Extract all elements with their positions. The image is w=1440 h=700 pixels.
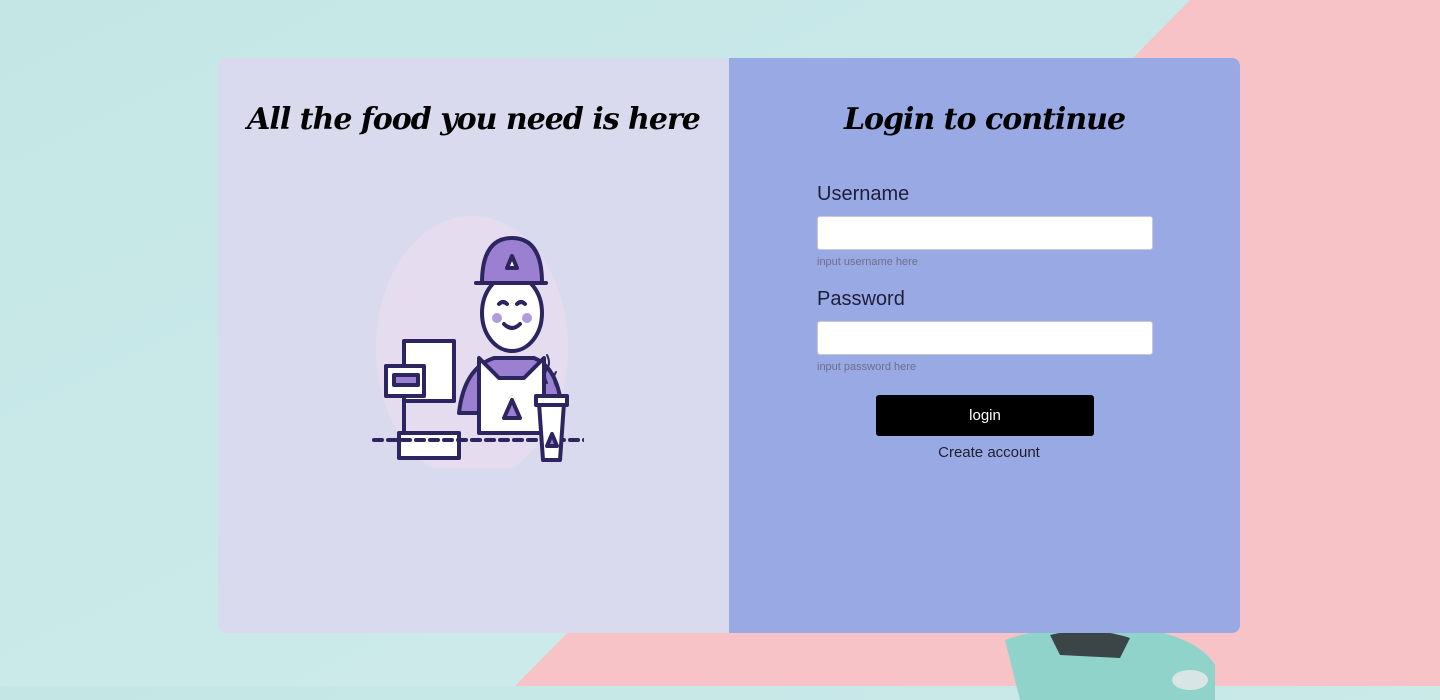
username-hint: input username here <box>817 256 918 268</box>
login-panel: Login to continue Username input usernam… <box>729 58 1240 633</box>
login-form: Username input username here Password in… <box>817 183 1153 461</box>
welcome-title: All the food you need is here <box>247 102 701 137</box>
cashier-illustration <box>372 216 584 468</box>
login-card: All the food you need is here Login to c… <box>218 58 1240 633</box>
login-button[interactable]: login <box>876 395 1094 436</box>
create-account-link[interactable]: Create account <box>825 444 1153 461</box>
login-title: Login to continue <box>843 102 1126 137</box>
password-hint: input password here <box>817 361 917 373</box>
username-input[interactable] <box>817 216 1153 250</box>
password-label: Password <box>817 288 905 310</box>
welcome-panel: All the food you need is here <box>218 58 729 633</box>
password-input[interactable] <box>817 321 1153 355</box>
username-label: Username <box>817 183 910 205</box>
